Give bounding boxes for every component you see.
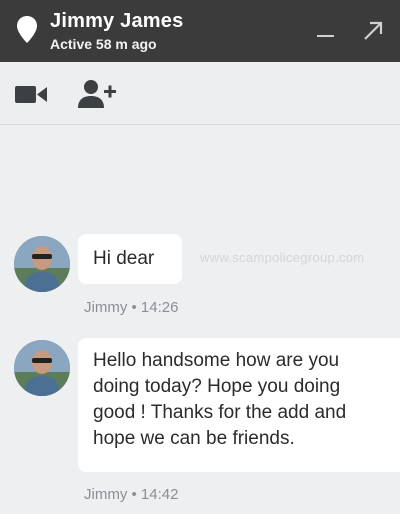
avatar-photo-icon <box>14 236 70 292</box>
message-time: 14:26 <box>140 299 179 316</box>
contact-name[interactable]: Jimmy James <box>50 10 183 33</box>
video-camera-icon[interactable] <box>14 82 48 108</box>
message-bubble[interactable]: Hello handsome how are you doing today? … <box>78 338 400 472</box>
message-text-line: hope we can be friends. <box>93 428 295 449</box>
chat-toolbar <box>0 62 400 125</box>
message-list[interactable]: www.scampolicegroup.com Hi dear Jimmy • … <box>0 126 400 514</box>
add-person-icon[interactable] <box>78 78 118 110</box>
popout-icon[interactable] <box>360 18 386 44</box>
chat-header: Jimmy James Active 58 m ago <box>0 0 400 62</box>
active-status: Active 58 m ago <box>50 36 157 52</box>
message-meta: Jimmy • 14:26 <box>84 299 178 316</box>
watermark-text: www.scampolicegroup.com <box>200 250 365 265</box>
minimize-button[interactable] <box>315 16 337 42</box>
message-text-line: doing today? Hope you doing <box>93 376 341 397</box>
avatar-photo-icon <box>14 340 70 396</box>
message-sender: Jimmy <box>84 486 128 503</box>
message-text-line: Hello handsome how are you <box>93 350 340 371</box>
avatar[interactable] <box>14 236 70 292</box>
separator-dot: • <box>131 299 141 316</box>
message-text-line: good ! Thanks for the add and <box>93 402 347 423</box>
message-bubble[interactable]: Hi dear <box>78 234 182 284</box>
separator-dot: • <box>131 486 141 503</box>
message-sender: Jimmy <box>84 299 128 316</box>
message-meta: Jimmy • 14:42 <box>84 486 178 503</box>
avatar[interactable] <box>14 340 70 396</box>
message-text: Hi dear <box>93 248 155 269</box>
message-time: 14:42 <box>140 486 179 503</box>
location-pin-icon <box>17 16 37 43</box>
